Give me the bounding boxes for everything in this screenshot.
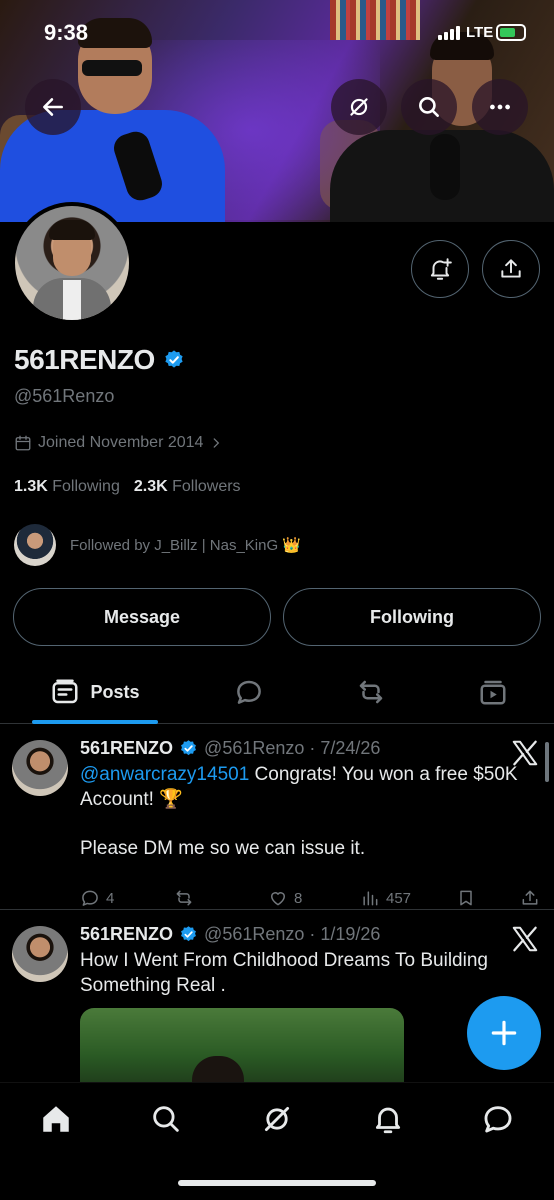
post-header: 561RENZO @561Renzo · 1/19/26 bbox=[80, 924, 380, 945]
bookmark-action[interactable] bbox=[456, 888, 476, 908]
post-body: @anwarcrazy14501 Congrats! You won a fre… bbox=[80, 762, 540, 812]
post-body-second: Please DM me so we can issue it. bbox=[80, 836, 540, 861]
share-button[interactable] bbox=[482, 240, 540, 298]
following-button[interactable]: Following bbox=[283, 588, 541, 646]
reply-action[interactable]: 4 bbox=[80, 888, 114, 908]
post-media-video[interactable] bbox=[80, 1008, 404, 1088]
signal-icon bbox=[438, 26, 460, 40]
post-author-avatar[interactable] bbox=[12, 926, 68, 982]
heart-icon bbox=[271, 892, 285, 906]
profile-name: 561RENZO bbox=[14, 344, 155, 375]
tab-posts[interactable]: Posts bbox=[32, 660, 158, 724]
message-button[interactable]: Message bbox=[13, 588, 271, 646]
post-author-name[interactable]: 561RENZO bbox=[80, 738, 173, 759]
views-icon bbox=[363, 891, 378, 906]
bell-icon bbox=[375, 1107, 401, 1134]
reply-count: 4 bbox=[106, 889, 115, 907]
chevron-right-icon bbox=[214, 438, 220, 448]
grok-icon bbox=[264, 1106, 290, 1132]
views-count: 457 bbox=[386, 889, 412, 907]
back-button[interactable] bbox=[25, 79, 81, 135]
following-count: 1.3K bbox=[14, 478, 48, 495]
bell-plus-icon bbox=[430, 258, 452, 280]
post-mention[interactable]: @anwarcrazy14501 bbox=[80, 764, 249, 785]
like-count: 8 bbox=[294, 889, 303, 907]
tab-replies[interactable] bbox=[222, 660, 276, 724]
search-icon bbox=[419, 97, 439, 117]
post-header: 561RENZO @561Renzo · 7/24/26 bbox=[80, 738, 380, 759]
followers-count: 2.3K bbox=[133, 478, 168, 495]
home-icon bbox=[43, 1106, 69, 1132]
home-indicator[interactable] bbox=[178, 1180, 376, 1186]
post-author-avatar[interactable] bbox=[12, 740, 68, 796]
status-time: 9:38 bbox=[44, 20, 89, 45]
post-item[interactable]: 561RENZO @561Renzo · 1/19/26 How I Went … bbox=[0, 910, 554, 1088]
followers-label: Followers bbox=[172, 478, 241, 495]
reply-icon bbox=[82, 890, 98, 906]
reposts-icon bbox=[359, 680, 383, 704]
joined-text: Joined November 2014 bbox=[38, 434, 204, 451]
verified-badge-icon bbox=[181, 740, 196, 756]
media-icon bbox=[480, 680, 506, 705]
profile-name-row: 561RENZO bbox=[14, 344, 185, 376]
nav-grok[interactable] bbox=[257, 1099, 297, 1139]
tab-posts-label: Posts bbox=[90, 681, 140, 702]
post-text-line1: How I Went From Childhood Dreams To Buil… bbox=[80, 950, 488, 996]
posts-icon bbox=[52, 679, 78, 704]
network-label: LTE bbox=[466, 24, 494, 41]
like-action[interactable]: 8 bbox=[268, 888, 302, 908]
arrow-left-icon bbox=[43, 98, 63, 116]
replies-icon bbox=[237, 680, 261, 704]
post-body: How I Went From Childhood Dreams To Buil… bbox=[80, 948, 540, 998]
tab-media[interactable] bbox=[466, 660, 520, 724]
post-meta: @561Renzo · 7/24/26 bbox=[204, 738, 381, 758]
views-action[interactable]: 457 bbox=[360, 888, 411, 908]
nav-messages[interactable] bbox=[478, 1099, 518, 1139]
more-button[interactable] bbox=[472, 79, 528, 135]
grok-button[interactable] bbox=[331, 79, 387, 135]
chat-icon bbox=[484, 1106, 512, 1133]
share-post-action[interactable] bbox=[520, 888, 540, 908]
tab-reposts[interactable] bbox=[344, 660, 398, 724]
compose-post-button[interactable] bbox=[467, 996, 541, 1070]
followers-link[interactable]: 2.3K Followers bbox=[134, 478, 241, 496]
post-author-name[interactable]: 561RENZO bbox=[80, 924, 173, 945]
post-meta: @561Renzo · 1/19/26 bbox=[204, 924, 381, 944]
following-label: Following bbox=[52, 478, 120, 495]
post-text-line2: Please DM me so we can issue it. bbox=[80, 838, 366, 859]
nav-home[interactable] bbox=[36, 1099, 76, 1139]
more-horizontal-icon bbox=[490, 104, 510, 110]
battery-icon bbox=[496, 24, 526, 41]
share-icon bbox=[522, 890, 538, 905]
post-item[interactable]: 561RENZO @561Renzo · 7/24/26 @anwarcrazy… bbox=[0, 724, 554, 910]
joined-date[interactable]: Joined November 2014 bbox=[14, 434, 223, 452]
plus-icon bbox=[491, 1020, 517, 1046]
post-actions: 4 8 457 bbox=[80, 888, 542, 912]
following-link[interactable]: 1.3K Following bbox=[14, 478, 120, 496]
profile-avatar[interactable] bbox=[11, 202, 133, 324]
banner-microphone-right bbox=[430, 134, 460, 200]
nav-search[interactable] bbox=[146, 1099, 186, 1139]
repost-action[interactable] bbox=[174, 888, 194, 908]
status-bar: 9:38 LTE bbox=[0, 0, 554, 60]
grok-icon bbox=[350, 98, 368, 116]
followed-by-text: Followed by J_Billz | Nas_KinG 👑 bbox=[70, 537, 301, 554]
followed-by-row[interactable]: Followed by J_Billz | Nas_KinG 👑 bbox=[14, 524, 301, 566]
verified-badge-icon[interactable] bbox=[163, 349, 185, 371]
share-icon bbox=[501, 259, 521, 278]
follower-avatar bbox=[14, 524, 56, 566]
search-icon bbox=[153, 1106, 179, 1132]
banner-sunglasses bbox=[82, 60, 142, 76]
profile-handle: @561Renzo bbox=[14, 386, 115, 406]
nav-notifications[interactable] bbox=[368, 1099, 408, 1139]
profile-tabs: Posts bbox=[0, 660, 554, 724]
scrollbar[interactable] bbox=[545, 742, 549, 782]
search-button[interactable] bbox=[401, 79, 457, 135]
repost-icon bbox=[176, 890, 192, 906]
notifications-subscribe-button[interactable] bbox=[411, 240, 469, 298]
follow-counts: 1.3K Following 2.3K Followers bbox=[14, 478, 241, 496]
calendar-icon bbox=[15, 435, 31, 451]
verified-badge-icon bbox=[181, 926, 196, 942]
bookmark-icon bbox=[460, 890, 472, 906]
